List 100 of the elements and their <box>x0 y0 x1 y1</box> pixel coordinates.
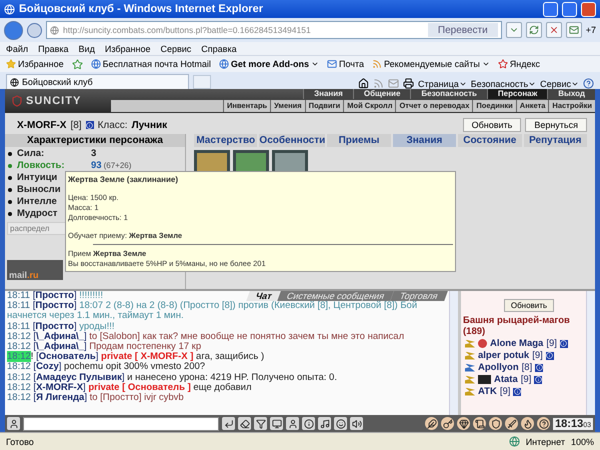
game-button[interactable]: Обновить <box>462 118 522 132</box>
gem-icon[interactable] <box>457 417 470 430</box>
zoom-text[interactable]: 100% <box>570 436 594 446</box>
help-icon[interactable] <box>583 78 594 89</box>
command-menu[interactable]: Сервис <box>540 79 579 89</box>
top-menu-item[interactable]: Безопасность <box>410 89 487 99</box>
user-link[interactable]: Alone Maga <box>490 338 544 349</box>
chat-tab[interactable]: Чат <box>246 291 282 302</box>
stat-name: Интелле <box>17 196 57 207</box>
scrollbar[interactable] <box>586 291 595 415</box>
scroll-icon[interactable] <box>473 417 486 430</box>
user-link[interactable]: Atata <box>494 374 518 385</box>
tooltip-title: Жертва Земле (заклинание) <box>68 175 180 184</box>
profile-tab[interactable]: Мастерство <box>194 134 258 147</box>
class-value: Лучник <box>132 120 168 130</box>
command-menu[interactable]: Страница <box>418 79 467 89</box>
favorite-link[interactable]: Get more Add-ons <box>218 59 320 69</box>
feather-icon[interactable] <box>425 417 438 430</box>
profile-tab[interactable]: Знания <box>392 134 456 147</box>
chat-tab[interactable]: Торговля <box>390 291 448 302</box>
stop-icon[interactable] <box>546 22 562 38</box>
counter-brand-text: .ru <box>27 270 39 280</box>
chat-input[interactable] <box>23 416 219 430</box>
maximize-button[interactable] <box>562 2 577 16</box>
top-menu-item[interactable]: Персонаж <box>486 89 548 99</box>
filter-icon[interactable] <box>254 417 267 430</box>
level-text: [9] <box>546 338 557 349</box>
favorite-link[interactable]: Рекомендуемые сайты <box>372 59 490 69</box>
print-icon[interactable] <box>402 78 414 89</box>
top-menu-item[interactable]: Общение <box>352 89 410 99</box>
refresh-button[interactable]: Обновить <box>504 299 554 312</box>
info-icon[interactable] <box>302 417 315 430</box>
counter-brand-text: mail <box>9 270 28 280</box>
smiley-icon[interactable] <box>334 417 347 430</box>
flame-icon[interactable] <box>521 417 534 430</box>
caret-icon <box>571 80 579 88</box>
top-menu-item[interactable]: Знания <box>303 89 353 99</box>
profile-tab[interactable]: Репутация <box>524 134 587 147</box>
forward-button[interactable] <box>27 22 42 38</box>
help-icon[interactable] <box>537 417 550 430</box>
menu-item[interactable]: Вид <box>78 44 95 54</box>
chat-tab[interactable]: Системные сообщения <box>277 291 394 302</box>
favorite-link[interactable]: Почта <box>327 59 364 69</box>
add-favorite-icon[interactable] <box>72 58 83 70</box>
monitor-icon[interactable] <box>270 417 283 430</box>
minimize-button[interactable] <box>543 2 558 16</box>
translate-button[interactable]: Перевести <box>428 23 498 37</box>
stat-value: 3 <box>91 148 96 159</box>
stat-name: Ловкость: <box>17 160 65 171</box>
chat-message: 18:11 [Простто] уроды!!! <box>7 322 115 332</box>
top-menu-item[interactable]: Выход <box>547 89 595 99</box>
counter-badge[interactable]: mail.ru <box>7 260 63 280</box>
favorites-button[interactable]: Избранное <box>6 59 64 69</box>
favorite-link[interactable]: Бесплатная почта Hotmail <box>90 59 211 69</box>
music-icon[interactable] <box>318 417 331 430</box>
chat-message: 18:12 [X-MORF-X] private [ Основатель ] еще добавил <box>7 382 252 393</box>
caret-icon <box>528 80 536 88</box>
back-button[interactable] <box>4 20 23 40</box>
menu-item[interactable]: Правка <box>38 44 69 54</box>
caret-icon <box>482 60 490 68</box>
key-icon[interactable] <box>441 417 454 430</box>
user-link[interactable]: Apollyon <box>478 362 519 373</box>
count-label: +7 <box>586 25 596 35</box>
home-icon[interactable] <box>358 78 369 89</box>
menu-item[interactable]: Файл <box>6 44 28 54</box>
level-text: [8] <box>70 120 82 130</box>
shield-icon <box>11 95 23 107</box>
game-button[interactable]: Вернуться <box>525 118 587 132</box>
mail-icon[interactable] <box>566 22 582 38</box>
chat-message: 18:12 [Я Лигенда] to [Простто] ivjr cybvb <box>7 393 184 404</box>
logo-text: SUNCITY <box>26 95 82 107</box>
menu-item[interactable]: Справка <box>201 44 237 54</box>
chat-message: 18:12 [Амадеус Пулывик] и нанесено урона: 4219 HP. Получено опыта: 0. <box>7 372 337 383</box>
globe-icon <box>508 436 520 447</box>
command-menu[interactable]: Безопасность <box>470 79 536 89</box>
zone-text: Интернет <box>526 436 565 446</box>
user-link[interactable]: ATK <box>478 386 497 397</box>
clock-time: 18:13 <box>555 418 584 430</box>
profile-tab[interactable]: Особенности <box>259 134 326 147</box>
eraser-icon[interactable] <box>238 417 251 430</box>
menu-item[interactable]: Избранное <box>104 44 150 54</box>
favorite-link[interactable]: Яндекс <box>498 59 540 69</box>
level-text: [9] <box>520 374 532 385</box>
address-field[interactable]: http://suncity.combats.com/buttons.pl?battle=0.166284513494151 Перевести <box>46 21 502 39</box>
shield-icon[interactable] <box>489 417 502 430</box>
menu-item[interactable]: Сервис <box>160 44 192 54</box>
close-button[interactable] <box>581 2 596 16</box>
caret-icon <box>458 80 467 88</box>
refresh-icon[interactable] <box>526 22 542 38</box>
user-link[interactable]: alper potuk <box>478 350 530 361</box>
scrollbar[interactable] <box>449 291 458 415</box>
enter-icon[interactable] <box>222 417 235 430</box>
sword-icon[interactable] <box>505 417 518 430</box>
profile-tab[interactable]: Состояние <box>458 134 522 147</box>
compatibility-icon[interactable] <box>506 22 522 38</box>
profile-tab[interactable]: Приемы <box>327 134 391 147</box>
browser-tab[interactable]: Бойцовский клуб <box>6 74 189 89</box>
chat-message: 18:12 [\_Афина\_] Продам постепенку 17 кр <box>7 342 202 352</box>
stat-name: Интуици <box>17 172 58 183</box>
chat-message: 18:12! [Основатель] private [ X-MORF-X ] ага, защибись ) <box>7 352 264 362</box>
